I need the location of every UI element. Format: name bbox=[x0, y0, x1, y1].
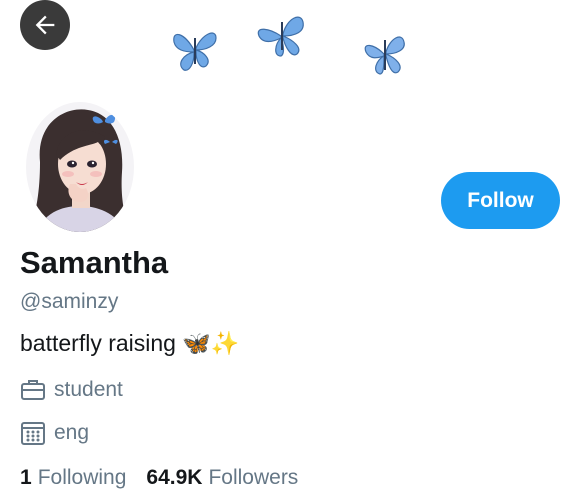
butterfly-icon bbox=[173, 32, 217, 71]
follow-button[interactable]: Follow bbox=[441, 172, 560, 229]
bio-emoji: 🦋✨ bbox=[181, 330, 240, 356]
joined-text: eng bbox=[54, 421, 90, 444]
profile-handle: @saminzy bbox=[20, 290, 119, 313]
follow-stats: 1 Following 64.9K Followers bbox=[20, 466, 298, 490]
followers-label: Followers bbox=[208, 466, 299, 489]
butterfly-icon bbox=[257, 16, 304, 57]
following-label: Following bbox=[37, 466, 127, 489]
bio-text: batterfly raising bbox=[20, 330, 176, 356]
joined-row: eng bbox=[20, 420, 89, 446]
back-button[interactable] bbox=[20, 0, 70, 50]
profile-bio: batterfly raising 🦋✨ bbox=[20, 330, 239, 357]
following-count: 1 bbox=[20, 466, 32, 489]
following-stat[interactable]: 1 Following bbox=[20, 466, 126, 490]
calendar-icon bbox=[21, 422, 45, 445]
profile-name: Samantha bbox=[20, 245, 169, 280]
followers-stat[interactable]: 64.9K Followers bbox=[146, 466, 298, 490]
avatar[interactable] bbox=[26, 102, 134, 232]
followers-count: 64.9K bbox=[146, 466, 203, 489]
occupation-text: student bbox=[54, 378, 123, 401]
butterfly-icon bbox=[364, 36, 405, 75]
briefcase-icon bbox=[21, 380, 45, 400]
arrow-left-icon bbox=[35, 15, 55, 35]
occupation-row: student bbox=[20, 378, 123, 402]
